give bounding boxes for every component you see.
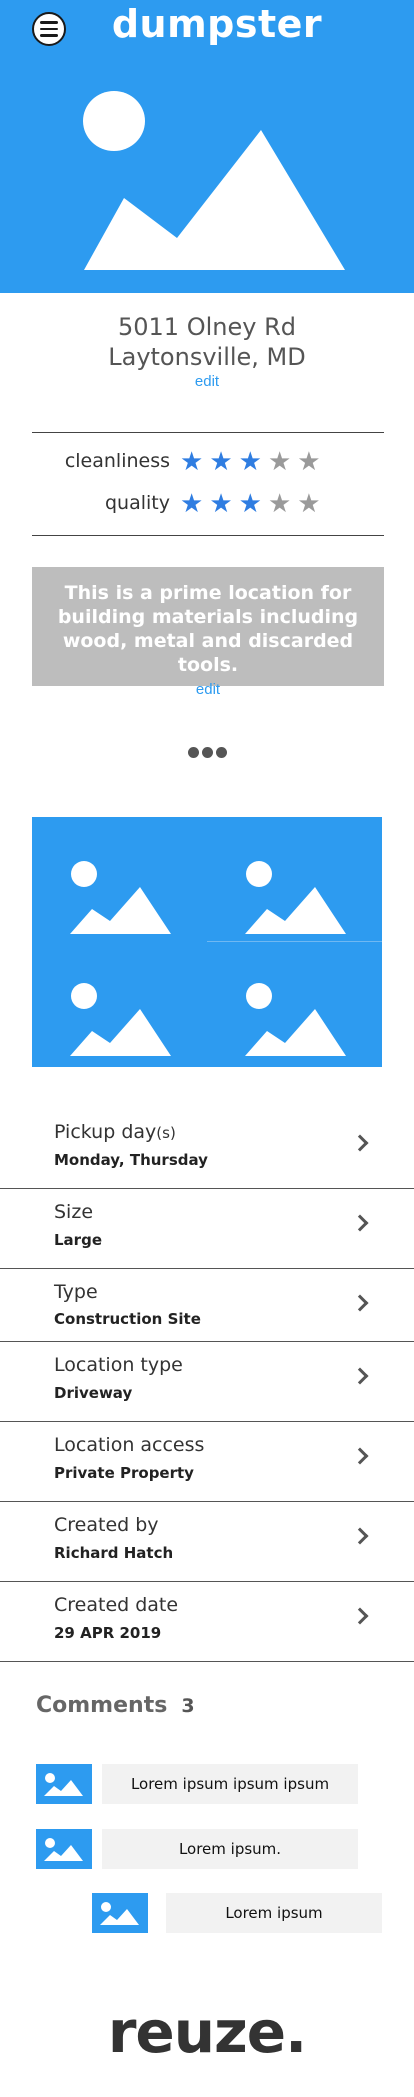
description-box: This is a prime location for building ma… bbox=[32, 567, 384, 698]
detail-row-location-access[interactable]: Location access Private Property bbox=[0, 1422, 414, 1502]
rating-quality: quality ★ ★ ★ ★ ★ bbox=[0, 488, 414, 522]
comments-title: Comments bbox=[36, 1693, 168, 1718]
brand-logo: reuze. bbox=[107, 1998, 307, 2066]
chevron-right-icon bbox=[351, 1367, 369, 1385]
detail-row-type[interactable]: Type Construction Site bbox=[0, 1269, 414, 1342]
detail-label-text: Pickup day bbox=[54, 1121, 157, 1143]
detail-label: Location type bbox=[54, 1354, 183, 1376]
description-text: This is a prime location for building ma… bbox=[57, 582, 359, 676]
photo-gallery bbox=[32, 817, 382, 1067]
comment-item[interactable]: Lorem ipsum. bbox=[36, 1829, 358, 1869]
detail-label: Created by bbox=[54, 1514, 159, 1536]
divider bbox=[207, 941, 382, 942]
comments-heading: Comments 3 bbox=[36, 1693, 195, 1718]
rating-cleanliness: cleanliness ★ ★ ★ ★ ★ bbox=[0, 446, 414, 480]
avatar-image-icon bbox=[92, 1893, 148, 1933]
chevron-right-icon bbox=[351, 1294, 369, 1312]
detail-row-created-by[interactable]: Created by Richard Hatch bbox=[0, 1502, 414, 1582]
divider bbox=[32, 432, 384, 433]
address-line-1: 5011 Olney Rd bbox=[118, 313, 296, 341]
image-placeholder-icon[interactable] bbox=[52, 837, 202, 937]
comment-reply-item[interactable]: Lorem ipsum bbox=[92, 1893, 382, 1933]
star-rating[interactable]: ★ ★ ★ ★ ★ bbox=[180, 488, 321, 518]
comment-text: Lorem ipsum ipsum ipsum bbox=[102, 1764, 358, 1804]
edit-description-link[interactable]: edit bbox=[32, 681, 384, 698]
star-filled-icon[interactable]: ★ bbox=[209, 446, 232, 476]
detail-label: Type bbox=[54, 1281, 98, 1303]
detail-value: 29 APR 2019 bbox=[54, 1624, 162, 1642]
detail-label: Created date bbox=[54, 1594, 179, 1616]
page-title: dumpster bbox=[111, 2, 323, 46]
star-empty-icon[interactable]: ★ bbox=[297, 488, 320, 518]
star-rating[interactable]: ★ ★ ★ ★ ★ bbox=[180, 446, 321, 476]
image-placeholder-icon[interactable] bbox=[52, 959, 202, 1059]
chevron-right-icon bbox=[351, 1527, 369, 1545]
star-empty-icon[interactable]: ★ bbox=[297, 446, 320, 476]
comment-item[interactable]: Lorem ipsum ipsum ipsum bbox=[36, 1764, 358, 1804]
detail-value: Construction Site bbox=[54, 1310, 201, 1328]
address-block: 5011 Olney Rd Laytonsville, MD edit bbox=[0, 312, 414, 390]
image-placeholder-icon[interactable] bbox=[227, 837, 377, 937]
detail-label: Size bbox=[54, 1201, 94, 1223]
star-empty-icon[interactable]: ★ bbox=[268, 446, 291, 476]
detail-label-suffix: (s) bbox=[156, 1124, 176, 1142]
detail-value: Large bbox=[54, 1231, 102, 1249]
star-filled-icon[interactable]: ★ bbox=[209, 488, 232, 518]
star-empty-icon[interactable]: ★ bbox=[268, 488, 291, 518]
address-line-2: Laytonsville, MD bbox=[108, 343, 306, 371]
comments-count: 3 bbox=[181, 1695, 195, 1717]
detail-value: Driveway bbox=[54, 1384, 133, 1402]
comment-text: Lorem ipsum bbox=[166, 1893, 382, 1933]
star-filled-icon[interactable]: ★ bbox=[239, 488, 262, 518]
detail-row-pickup-day[interactable]: Pickup day(s) Monday, Thursday bbox=[0, 1109, 414, 1189]
star-filled-icon[interactable]: ★ bbox=[239, 446, 262, 476]
star-filled-icon[interactable]: ★ bbox=[180, 488, 203, 518]
edit-address-link[interactable]: edit bbox=[0, 373, 414, 390]
more-dots-icon[interactable] bbox=[0, 745, 414, 763]
divider bbox=[32, 535, 384, 536]
detail-row-created-date[interactable]: Created date 29 APR 2019 bbox=[0, 1582, 414, 1662]
chevron-right-icon bbox=[351, 1214, 369, 1232]
rating-label: quality bbox=[105, 492, 170, 514]
detail-value: Private Property bbox=[54, 1464, 194, 1482]
avatar-image-icon bbox=[36, 1829, 92, 1869]
detail-value: Richard Hatch bbox=[54, 1544, 174, 1562]
avatar-image-icon bbox=[36, 1764, 92, 1804]
comment-text: Lorem ipsum. bbox=[102, 1829, 358, 1869]
image-placeholder-icon[interactable] bbox=[227, 959, 377, 1059]
detail-row-size[interactable]: Size Large bbox=[0, 1189, 414, 1269]
chevron-right-icon bbox=[351, 1607, 369, 1625]
chevron-right-icon bbox=[351, 1447, 369, 1465]
detail-row-location-type[interactable]: Location type Driveway bbox=[0, 1342, 414, 1422]
rating-label: cleanliness bbox=[64, 450, 170, 472]
detail-label: Location access bbox=[54, 1434, 205, 1456]
detail-value: Monday, Thursday bbox=[54, 1151, 208, 1169]
star-filled-icon[interactable]: ★ bbox=[180, 446, 203, 476]
detail-label: Pickup day(s) bbox=[54, 1121, 176, 1143]
hero-banner: dumpster bbox=[0, 0, 414, 293]
chevron-right-icon bbox=[351, 1134, 369, 1152]
